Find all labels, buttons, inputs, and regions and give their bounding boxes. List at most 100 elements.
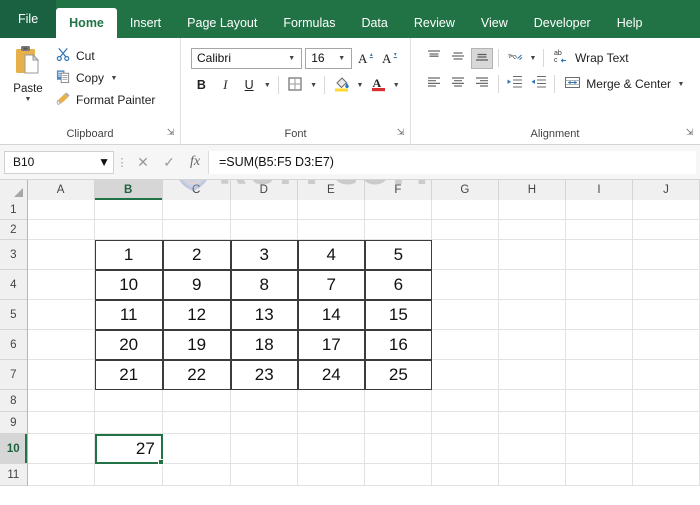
cell-A9[interactable] [27,412,95,434]
row-header-11[interactable]: 11 [0,464,28,486]
row-header-2[interactable]: 2 [0,220,28,240]
cell-I7[interactable] [565,360,633,390]
cell-J7[interactable] [632,360,700,390]
cell-F1[interactable] [364,200,432,220]
cell-J3[interactable] [632,240,700,270]
cancel-x-icon[interactable]: ✕ [130,151,156,174]
formula-bar-options-icon[interactable]: ⋮ [114,156,130,169]
cell-H2[interactable] [498,220,566,240]
cell-G8[interactable] [431,390,499,412]
column-header-F[interactable]: F [364,180,432,200]
row-header-1[interactable]: 1 [0,200,28,220]
cell-A3[interactable] [27,240,95,270]
cell-E1[interactable] [297,200,365,220]
cell-D10[interactable] [230,434,298,464]
cell-J9[interactable] [633,412,700,434]
cell-I5[interactable] [565,300,633,330]
align-middle-button[interactable] [447,48,469,69]
column-header-E[interactable]: E [297,180,365,200]
tab-view[interactable]: View [468,8,521,38]
cell-B9[interactable] [94,412,163,434]
cell-E3[interactable]: 4 [297,240,365,270]
align-center-button[interactable] [447,74,469,95]
column-header-I[interactable]: I [565,180,633,200]
cell-A1[interactable] [27,200,95,220]
underline-button[interactable]: U [239,74,260,96]
cell-A8[interactable] [27,390,95,412]
cell-J6[interactable] [632,330,700,360]
cell-B5[interactable]: 11 [94,300,163,330]
cell-B6[interactable]: 20 [94,330,163,360]
row-header-10[interactable]: 10 [0,434,28,464]
cell-B8[interactable] [94,390,163,412]
copy-button[interactable]: Copy ▼ [52,68,159,88]
cell-D6[interactable]: 18 [230,330,298,360]
font-color-dropdown-caret-icon[interactable]: ▼ [392,82,401,89]
cell-C4[interactable]: 9 [162,270,231,300]
format-painter-button[interactable]: Format Painter [52,90,159,110]
orientation-dropdown-caret-icon[interactable]: ▼ [528,55,538,62]
align-bottom-button[interactable] [471,47,493,69]
cell-F2[interactable] [364,220,432,240]
cell-J5[interactable] [632,300,700,330]
cell-F3[interactable]: 5 [364,240,432,270]
fill-color-button[interactable] [331,74,352,96]
cell-F9[interactable] [364,412,432,434]
cell-E8[interactable] [297,390,365,412]
cell-A5[interactable] [27,300,95,330]
cell-H10[interactable] [498,434,566,464]
cell-G6[interactable] [431,330,499,360]
insert-function-fx-icon[interactable]: fx [182,151,208,174]
borders-button[interactable] [285,74,306,96]
cell-A6[interactable] [27,330,95,360]
wrap-text-button[interactable]: ab c Wrap Text [549,47,633,69]
cell-F10[interactable] [364,434,432,464]
cell-B2[interactable] [94,220,163,240]
column-header-A[interactable]: A [27,180,95,200]
merge-and-center-button[interactable]: Merge & Center ▼ [560,73,690,95]
bold-button[interactable]: B [191,74,212,96]
cell-F7[interactable]: 25 [364,360,432,390]
decrease-indent-button[interactable] [504,74,526,95]
cell-I10[interactable] [565,434,633,464]
cell-J8[interactable] [633,390,700,412]
increase-indent-button[interactable] [527,74,549,95]
cell-H5[interactable] [498,300,566,330]
tab-insert[interactable]: Insert [117,8,174,38]
cell-F11[interactable] [364,464,432,486]
row-header-3[interactable]: 3 [0,240,28,270]
cell-E5[interactable]: 14 [297,300,365,330]
cell-E9[interactable] [297,412,365,434]
cell-F6[interactable]: 16 [364,330,432,360]
cell-G11[interactable] [431,464,499,486]
fill-handle[interactable] [157,459,164,465]
cell-I6[interactable] [565,330,633,360]
font-dialog-launcher-icon[interactable]: ⇲ [395,127,406,138]
cell-G4[interactable] [431,270,499,300]
cell-I2[interactable] [565,220,633,240]
cell-I11[interactable] [565,464,633,486]
italic-button[interactable]: I [215,74,236,96]
cell-I9[interactable] [565,412,633,434]
cell-E2[interactable] [297,220,365,240]
font-name-caret-icon[interactable]: ▼ [284,55,299,62]
cell-D11[interactable] [230,464,298,486]
row-header-5[interactable]: 5 [0,300,28,330]
align-left-button[interactable] [423,74,445,95]
row-header-9[interactable]: 9 [0,412,28,434]
cell-G5[interactable] [431,300,499,330]
cell-J10[interactable] [632,434,700,464]
font-size-caret-icon[interactable]: ▼ [334,55,349,62]
cell-C2[interactable] [162,220,231,240]
cell-F8[interactable] [364,390,432,412]
borders-dropdown-caret-icon[interactable]: ▼ [309,82,318,89]
confirm-check-icon[interactable]: ✓ [156,151,182,174]
cell-D9[interactable] [230,412,298,434]
cell-B3[interactable]: 1 [94,240,163,270]
tab-formulas[interactable]: Formulas [270,8,348,38]
fill-color-dropdown-caret-icon[interactable]: ▼ [355,82,364,89]
cell-F5[interactable]: 15 [364,300,432,330]
decrease-font-size-button[interactable]: A [380,47,401,69]
cell-E11[interactable] [297,464,365,486]
select-all-corner-button[interactable] [0,180,28,200]
